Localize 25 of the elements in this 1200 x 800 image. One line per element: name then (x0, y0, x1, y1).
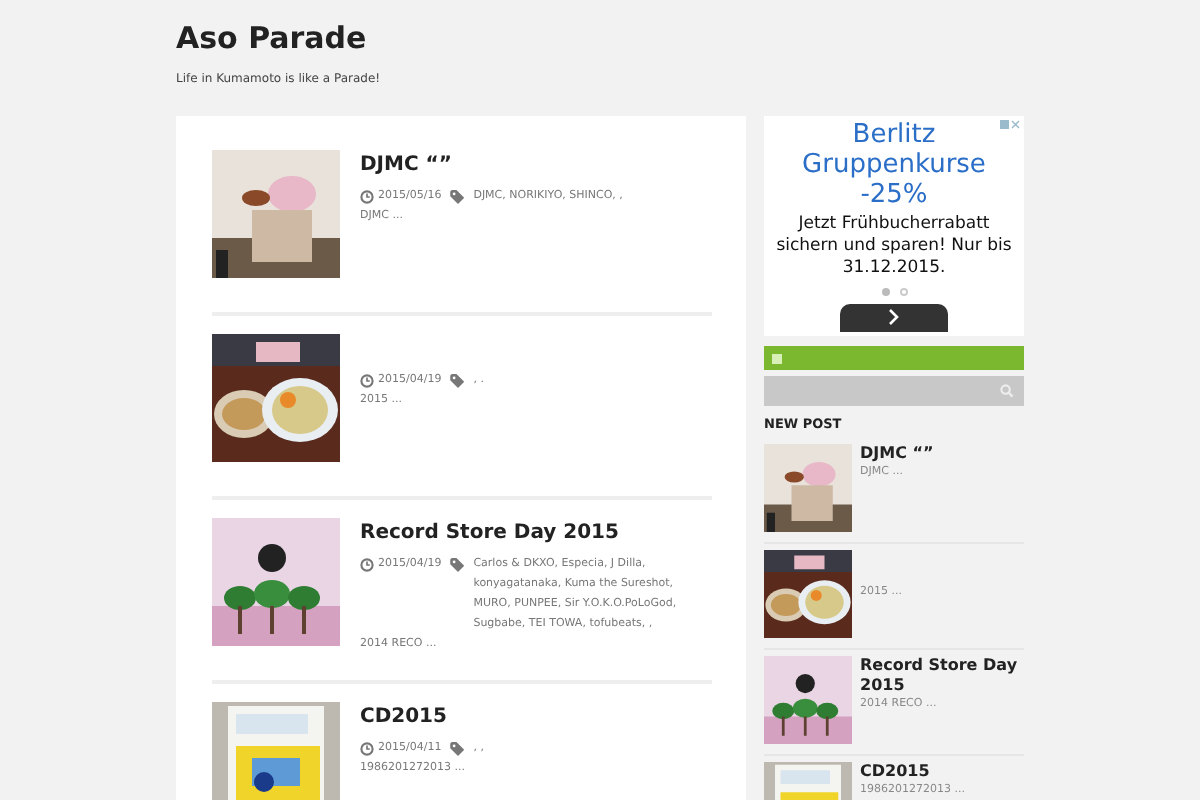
ad-info-icon[interactable] (1000, 120, 1020, 130)
clock-icon (360, 373, 374, 387)
feed-icon (772, 353, 782, 363)
clock-icon (360, 741, 374, 755)
chevron-right-icon (888, 308, 900, 326)
tag-icon (449, 557, 466, 571)
clock-icon (360, 557, 374, 571)
clock-icon (360, 189, 374, 203)
search-icon (1000, 384, 1014, 398)
feed-bar[interactable] (764, 346, 1024, 370)
post-title[interactable]: Record Store Day 2015 (360, 518, 712, 550)
ad-banner[interactable]: Berlitz Gruppenkurse -25% Jetzt Frühbucherrabatt sichern und sparen! Nur bis 31.12.2015. (764, 116, 1024, 336)
tag-icon (449, 189, 466, 203)
site-title[interactable]: Aso Parade (176, 18, 1200, 58)
sidebar-post-title[interactable]: DJMC “” (860, 443, 934, 464)
search-field[interactable] (764, 376, 1024, 406)
ad-headline[interactable]: Berlitz Gruppenkurse -25% (764, 120, 1024, 210)
tag-icon (449, 373, 466, 387)
post-title[interactable]: CD2015 (360, 702, 712, 734)
ad-text: Jetzt Frühbucherrabatt sichern und sparen! Nur bis 31.12.2015. (774, 214, 1014, 280)
sidebar-post-title[interactable]: Record Store Day 2015 (860, 655, 1024, 696)
next-button[interactable] (840, 304, 948, 332)
post-title[interactable]: DJMC “” (360, 150, 712, 182)
sidebar-post-title[interactable]: CD2015 (860, 761, 965, 782)
tag-icon (449, 741, 466, 755)
